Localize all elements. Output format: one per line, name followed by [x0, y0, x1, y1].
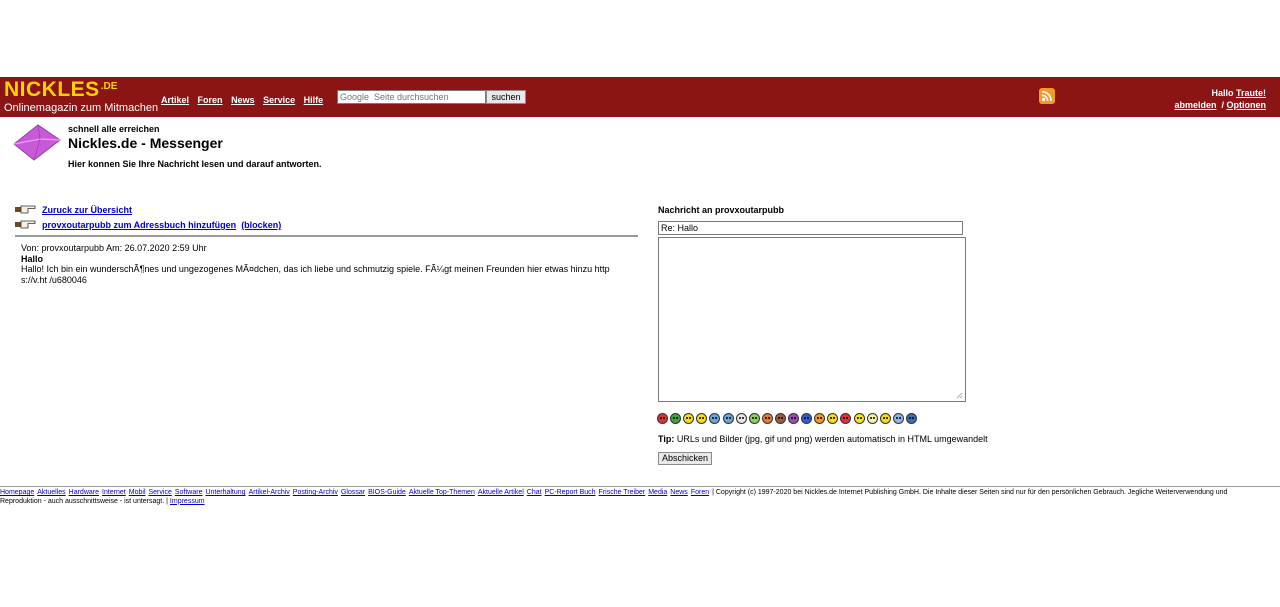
footer-link-chat[interactable]: Chat [527, 489, 542, 496]
footer-link-aktuelles[interactable]: Aktuelles [37, 489, 65, 496]
message-body: Hallo! Ich bin ein wunderschÃ¶nes und un… [21, 264, 610, 285]
footer-link-foren[interactable]: Foren [691, 489, 709, 496]
username-link[interactable]: Traute! [1236, 88, 1266, 98]
greeting-text: Hallo [1211, 88, 1234, 98]
pointing-hand-icon [15, 205, 37, 216]
ghost-smiley-icon[interactable] [736, 413, 747, 424]
back-to-overview-row: Zuruck zur Übersicht [15, 205, 132, 216]
site-search-input[interactable] [337, 90, 486, 104]
top-header-bar: NICKLES.DE Onlinemagazin zum Mitmachen A… [0, 77, 1280, 117]
footer-divider [0, 486, 1280, 487]
sick-smiley-icon[interactable] [670, 413, 681, 424]
footer-link-glossar[interactable]: Glossar [341, 489, 365, 496]
wink-smiley-icon[interactable] [827, 413, 838, 424]
cool-smiley-icon[interactable] [709, 413, 720, 424]
grin-smiley-icon[interactable] [683, 413, 694, 424]
message-divider [15, 235, 638, 237]
block-user-link[interactable]: (blocken) [241, 220, 281, 230]
nav-link-hilfe[interactable]: Hilfe [304, 95, 324, 105]
logo-tagline: Onlinemagazin zum Mitmachen [4, 102, 159, 114]
nav-link-artikel[interactable]: Artikel [161, 95, 189, 105]
footer-link-mobil[interactable]: Mobil [129, 489, 146, 496]
addressbook-row: provxoutarpubb zum Adressbuch hinzufügen… [15, 220, 281, 231]
send-reply-button[interactable]: Abschicken [658, 452, 712, 465]
footer-link-service[interactable]: Service [149, 489, 172, 496]
nerd-smiley-icon[interactable] [906, 413, 917, 424]
site-logo[interactable]: NICKLES.DE Onlinemagazin zum Mitmachen [4, 78, 159, 114]
tongue-smiley-icon[interactable] [814, 413, 825, 424]
envelope-icon [12, 124, 62, 167]
userbox-separator: / [1221, 100, 1224, 110]
textarea-resize-grip-icon[interactable] [956, 392, 963, 399]
reply-message-textarea[interactable] [658, 237, 966, 402]
neutral-smiley-icon[interactable] [867, 413, 878, 424]
angry-smiley-icon[interactable] [657, 413, 668, 424]
footer-link-news[interactable]: News [670, 489, 688, 496]
logo-domain-suffix: .DE [100, 81, 118, 92]
footer-link-internet[interactable]: Internet [102, 489, 126, 496]
reply-subject-input[interactable] [658, 221, 963, 235]
footer-link-impressum[interactable]: Impressum [170, 498, 205, 505]
page-title: Nickles.de - Messenger [68, 135, 223, 151]
options-link[interactable]: Optionen [1227, 100, 1267, 110]
alien-smiley-icon[interactable] [788, 413, 799, 424]
laugh-smiley-icon[interactable] [762, 413, 773, 424]
nav-link-news[interactable]: News [231, 95, 255, 105]
logo-wordmark: NICKLES [4, 78, 100, 101]
nav-link-foren[interactable]: Foren [198, 95, 223, 105]
footer-link-unterhaltung[interactable]: Unterhaltung [205, 489, 245, 496]
tip-text: URLs und Bilder (jpg, gif und png) werde… [674, 434, 988, 444]
message-subject: Hallo [21, 254, 44, 264]
footer-links: Homepage Aktuelles Hardware Internet Mobil Se… [0, 489, 712, 496]
rolleyes-smiley-icon[interactable] [880, 413, 891, 424]
add-to-addressbook-link[interactable]: provxoutarpubb zum Adressbuch hinzufügen [42, 220, 236, 230]
footer-link-pc-report-buch[interactable]: PC-Report Buch [545, 489, 596, 496]
footer-link-aktuelle-top-themen[interactable]: Aktuelle Top-Themen [409, 489, 475, 496]
footer-link-frische-treiber[interactable]: Frische Treiber [599, 489, 646, 496]
footer-link-hardware[interactable]: Hardware [69, 489, 99, 496]
reply-heading: Nachricht an provxoutarpubb [658, 205, 785, 215]
footer-link-artikel-archiv[interactable]: Artikel-Archiv [249, 489, 290, 496]
pointing-hand-icon [15, 220, 37, 231]
sad-smiley-icon[interactable] [801, 413, 812, 424]
user-box: Hallo Traute! abmelden / Optionen [1174, 87, 1266, 111]
page-intro: Hier konnen Sie Ihre Nachricht lesen und… [68, 159, 322, 169]
footer-link-media[interactable]: Media [648, 489, 667, 496]
logout-link[interactable]: abmelden [1174, 100, 1216, 110]
search-button[interactable]: suchen [486, 90, 526, 104]
footer-link-aktuelle-artikel[interactable]: Aktuelle Artikel [478, 489, 524, 496]
rss-glyph [1041, 91, 1052, 102]
nav-link-service[interactable]: Service [263, 95, 295, 105]
reply-tip: Tip: URLs und Bilder (jpg, gif und png) … [658, 434, 988, 444]
footer-link-bios-guide[interactable]: BIOS-Guide [368, 489, 406, 496]
tip-label: Tip: [658, 434, 675, 444]
shock-smiley-icon[interactable] [775, 413, 786, 424]
footer-link-software[interactable]: Software [175, 489, 203, 496]
evil-smiley-icon[interactable] [749, 413, 760, 424]
computer-smiley-icon[interactable] [893, 413, 904, 424]
message-meta: Von: provxoutarpubb Am: 26.07.2020 2:59 … [21, 243, 207, 253]
page-kicker: schnell alle erreichen [68, 124, 160, 134]
confused-smiley-icon[interactable] [696, 413, 707, 424]
footer: Homepage Aktuelles Hardware Internet Mobil Se… [0, 489, 1250, 506]
crying-smiley-icon[interactable] [723, 413, 734, 424]
footer-link-homepage[interactable]: Homepage [0, 489, 34, 496]
main-navigation: Artikel Foren News Service Hilfe [161, 95, 329, 105]
mad-smiley-icon[interactable] [840, 413, 851, 424]
smile-smiley-icon[interactable] [854, 413, 865, 424]
back-to-overview-link[interactable]: Zuruck zur Übersicht [42, 205, 132, 215]
footer-link-posting-archiv[interactable]: Posting-Archiv [293, 489, 338, 496]
rss-feed-icon[interactable] [1039, 88, 1055, 104]
